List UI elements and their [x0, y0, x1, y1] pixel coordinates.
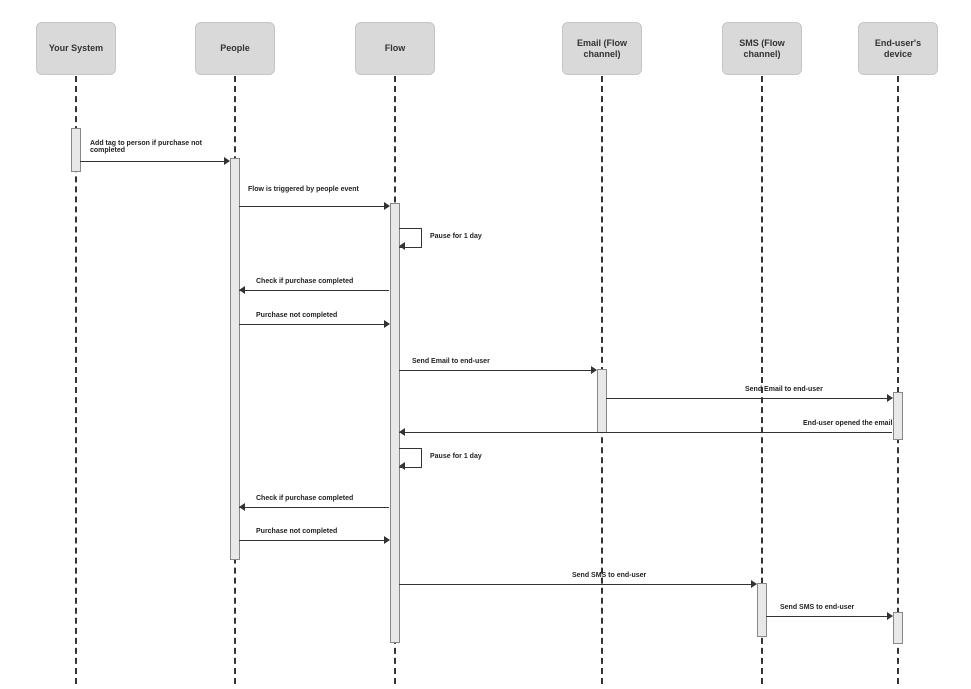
arrowhead-flow-triggered: [384, 202, 390, 210]
participant-flow: Flow: [355, 22, 435, 75]
label-opened-email: End-user opened the email: [803, 420, 892, 427]
activation-flow: [390, 203, 400, 643]
arrow-send-email-device: [606, 398, 892, 399]
activation-sms: [757, 583, 767, 637]
label-send-sms: Send SMS to end-user: [572, 572, 646, 579]
participant-sms: SMS (Flow channel): [722, 22, 802, 75]
activation-email: [597, 369, 607, 433]
activation-people: [230, 158, 240, 560]
label-pause-1: Pause for 1 day: [430, 233, 482, 240]
activation-device-2: [893, 612, 903, 644]
label-not-completed-2: Purchase not completed: [256, 528, 337, 535]
participant-email: Email (Flow channel): [562, 22, 642, 75]
arrow-check-1: [239, 290, 389, 291]
arrow-check-2: [239, 507, 389, 508]
participant-your-system: Your System: [36, 22, 116, 75]
arrowhead-check-2: [239, 503, 245, 511]
label-not-completed-1: Purchase not completed: [256, 312, 337, 319]
participant-device: End-user's device: [858, 22, 938, 75]
arrowhead-send-email-device: [887, 394, 893, 402]
label-flow-triggered: Flow is triggered by people event: [248, 186, 368, 193]
arrow-not-completed-1: [239, 324, 389, 325]
arrowhead-send-email: [591, 366, 597, 374]
label-send-email-device: Send Email to end-user: [745, 386, 823, 393]
arrowhead-add-tag: [224, 157, 230, 165]
label-send-email: Send Email to end-user: [412, 358, 490, 365]
arrow-send-sms: [399, 584, 756, 585]
arrowhead-send-sms: [751, 580, 757, 588]
lifeline-device: [897, 76, 899, 684]
participant-people: People: [195, 22, 275, 75]
label-check-1: Check if purchase completed: [256, 278, 353, 285]
arrowhead-pause-2: [399, 462, 405, 470]
arrow-opened-email: [399, 432, 892, 433]
arrowhead-opened-email: [399, 428, 405, 436]
activation-your-system: [71, 128, 81, 172]
label-pause-2: Pause for 1 day: [430, 453, 482, 460]
arrow-send-email: [399, 370, 596, 371]
arrow-add-tag: [80, 161, 229, 162]
label-add-tag: Add tag to person if purchase not comple…: [90, 140, 210, 154]
arrowhead-pause-1: [399, 242, 405, 250]
arrowhead-send-sms-device: [887, 612, 893, 620]
arrow-send-sms-device: [766, 616, 892, 617]
arrowhead-not-completed-2: [384, 536, 390, 544]
label-check-2: Check if purchase completed: [256, 495, 353, 502]
arrow-not-completed-2: [239, 540, 389, 541]
arrowhead-not-completed-1: [384, 320, 390, 328]
label-send-sms-device: Send SMS to end-user: [780, 604, 854, 611]
activation-device-1: [893, 392, 903, 440]
arrow-flow-triggered: [239, 206, 389, 207]
arrowhead-check-1: [239, 286, 245, 294]
